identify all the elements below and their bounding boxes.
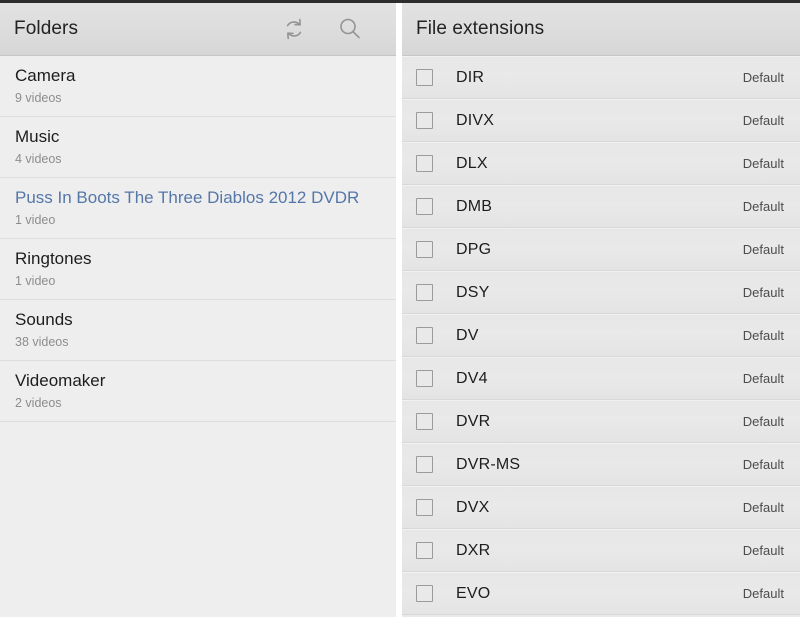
folders-header: Folders <box>0 3 396 56</box>
folder-name: Sounds <box>15 310 73 329</box>
folder-row[interactable]: Puss In Boots The Three Diablos 2012 DVD… <box>0 178 396 239</box>
folder-row[interactable]: Music 4 videos <box>0 117 396 178</box>
top-status-strip <box>0 0 800 3</box>
folder-video-count: 1 video <box>15 213 56 227</box>
extension-checkbox[interactable] <box>416 585 433 602</box>
extension-name: DVR-MS <box>456 455 521 473</box>
extension-name: DIR <box>456 68 485 86</box>
app-root: Folders Camera 9 videos Music 4 videos P… <box>0 0 800 617</box>
extension-status: Default <box>742 586 784 601</box>
extension-name: EVO <box>456 584 491 602</box>
extension-row[interactable]: DVR Default <box>402 400 800 443</box>
extension-checkbox[interactable] <box>416 499 433 516</box>
extension-status: Default <box>742 156 784 171</box>
extension-checkbox[interactable] <box>416 69 433 86</box>
extension-status: Default <box>742 414 784 429</box>
folder-row[interactable]: Videomaker 2 videos <box>0 361 396 422</box>
extension-checkbox[interactable] <box>416 198 433 215</box>
extension-row[interactable]: EVO Default <box>402 572 800 615</box>
extension-row[interactable]: DVX Default <box>402 486 800 529</box>
folders-title: Folders <box>14 18 79 39</box>
extension-row[interactable]: DMB Default <box>402 185 800 228</box>
extension-name: DV4 <box>456 369 488 387</box>
folder-row[interactable]: Camera 9 videos <box>0 56 396 117</box>
folder-name: Videomaker <box>15 371 106 390</box>
extension-name: DPG <box>456 240 492 258</box>
folder-row[interactable]: Sounds 38 videos <box>0 300 396 361</box>
folder-list: Camera 9 videos Music 4 videos Puss In Boots… <box>0 56 396 422</box>
extension-row[interactable]: DPG Default <box>402 228 800 271</box>
extension-name: DLX <box>456 154 488 172</box>
search-icon[interactable] <box>336 15 364 43</box>
folder-row[interactable]: Ringtones 1 video <box>0 239 396 300</box>
extension-status: Default <box>742 199 784 214</box>
extension-name: DSY <box>456 283 490 301</box>
folder-video-count: 9 videos <box>15 91 62 105</box>
folder-name: Music <box>15 127 60 146</box>
extension-row[interactable]: DV Default <box>402 314 800 357</box>
extension-name: DXR <box>456 541 491 559</box>
extension-status: Default <box>742 457 784 472</box>
extension-name: DV <box>456 326 479 344</box>
file-extensions-list: DIR Default DIVX Default DLX Default DMB Defaul… <box>402 56 800 615</box>
folder-video-count: 2 videos <box>15 396 62 410</box>
extension-name: DMB <box>456 197 493 215</box>
extension-checkbox[interactable] <box>416 112 433 129</box>
refresh-icon[interactable] <box>280 15 308 43</box>
extension-status: Default <box>742 242 784 257</box>
extension-row[interactable]: DSY Default <box>402 271 800 314</box>
extension-name: DIVX <box>456 111 495 129</box>
folder-name: Ringtones <box>15 249 92 268</box>
extension-name: DVR <box>456 412 491 430</box>
extension-checkbox[interactable] <box>416 327 433 344</box>
extension-checkbox[interactable] <box>416 241 433 258</box>
extension-status: Default <box>742 328 784 343</box>
extension-checkbox[interactable] <box>416 155 433 172</box>
extension-checkbox[interactable] <box>416 370 433 387</box>
extension-name: DVX <box>456 498 490 516</box>
file-extensions-panel: File extensions DIR Default DIVX Default DLX… <box>402 0 800 617</box>
folders-header-actions <box>280 15 382 43</box>
extension-row[interactable]: DLX Default <box>402 142 800 185</box>
extension-status: Default <box>742 371 784 386</box>
extension-row[interactable]: DVR-MS Default <box>402 443 800 486</box>
extension-checkbox[interactable] <box>416 456 433 473</box>
folder-video-count: 4 videos <box>15 152 62 166</box>
folder-video-count: 38 videos <box>15 335 69 349</box>
extension-row[interactable]: DIVX Default <box>402 99 800 142</box>
extension-status: Default <box>742 543 784 558</box>
extension-status: Default <box>742 70 784 85</box>
extension-checkbox[interactable] <box>416 284 433 301</box>
folders-panel: Folders Camera 9 videos Music 4 videos P… <box>0 0 396 617</box>
file-extensions-title: File extensions <box>416 18 545 39</box>
extension-status: Default <box>742 285 784 300</box>
extension-status: Default <box>742 500 784 515</box>
folder-name: Camera <box>15 66 76 85</box>
extension-checkbox[interactable] <box>416 413 433 430</box>
extension-checkbox[interactable] <box>416 542 433 559</box>
file-extensions-header: File extensions <box>402 3 800 56</box>
folder-name: Puss In Boots The Three Diablos 2012 DVD… <box>15 188 360 207</box>
extension-status: Default <box>742 113 784 128</box>
extension-row[interactable]: DV4 Default <box>402 357 800 400</box>
extension-row[interactable]: DIR Default <box>402 56 800 99</box>
extension-row[interactable]: DXR Default <box>402 529 800 572</box>
folder-video-count: 1 video <box>15 274 56 288</box>
